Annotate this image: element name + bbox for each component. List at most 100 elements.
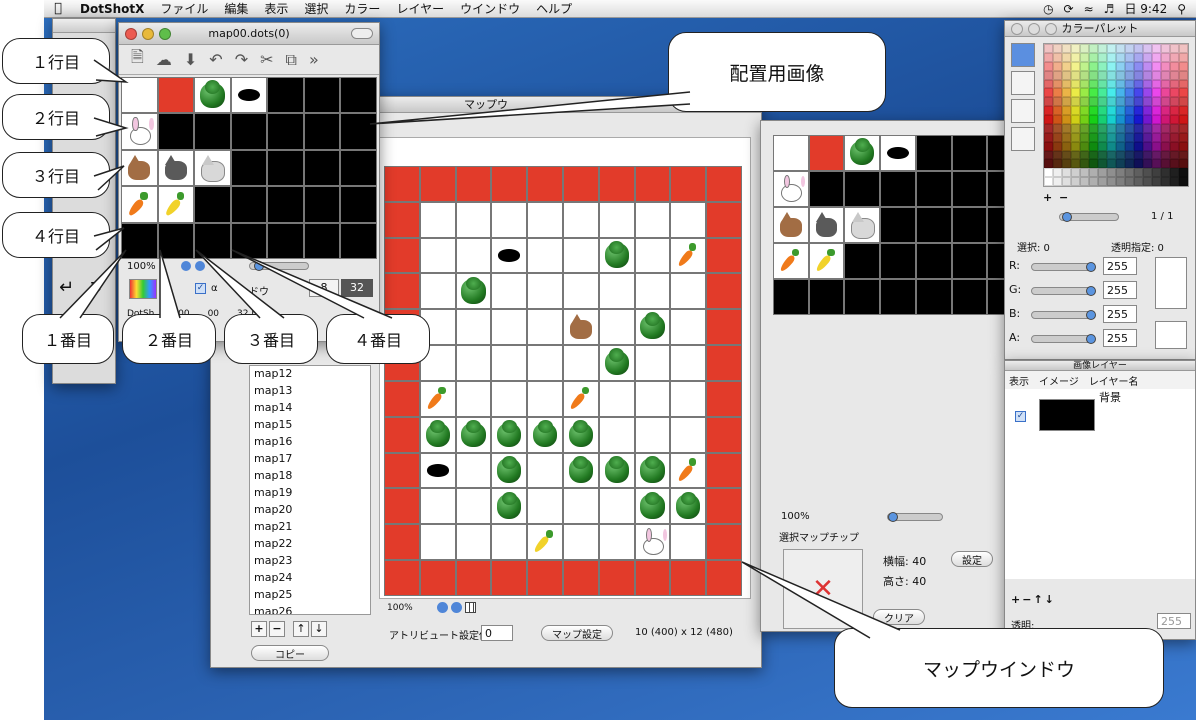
empty-tile[interactable] (491, 201, 528, 238)
color-swatch[interactable] (1107, 52, 1116, 62)
blank-tile[interactable] (230, 222, 268, 259)
color-swatch[interactable] (1125, 159, 1134, 169)
color-swatch[interactable] (1062, 61, 1071, 71)
tree-tile[interactable] (598, 345, 635, 381)
color-swatch[interactable] (1044, 150, 1053, 160)
color-swatch[interactable] (1179, 44, 1188, 53)
color-swatch[interactable] (1125, 106, 1134, 115)
color-swatch[interactable] (1125, 132, 1134, 142)
color-swatch[interactable] (1107, 132, 1116, 142)
color-swatch[interactable] (1071, 168, 1080, 178)
volume-icon[interactable]: ♬ (1104, 2, 1115, 16)
color-swatch[interactable] (1098, 44, 1107, 53)
color-swatch[interactable] (1107, 115, 1116, 124)
empty-tile[interactable] (419, 524, 456, 561)
color-swatch[interactable] (1152, 123, 1161, 133)
color-swatch[interactable] (1053, 70, 1062, 80)
blank-tile[interactable] (951, 279, 988, 315)
empty-tile[interactable] (598, 201, 635, 238)
tree-tile[interactable] (419, 416, 456, 453)
color-swatch[interactable] (1080, 123, 1089, 133)
depth-8-button[interactable]: 8 (309, 279, 339, 297)
color-swatch[interactable] (1062, 168, 1071, 178)
empty-tile[interactable] (527, 345, 563, 381)
color-swatch[interactable] (1044, 141, 1053, 151)
color-swatch[interactable] (1053, 88, 1062, 98)
wall-tile[interactable] (384, 452, 420, 489)
tree-tile[interactable] (634, 452, 671, 489)
map-zoom-select[interactable]: 100% (387, 603, 413, 613)
empty-tile[interactable] (419, 273, 456, 310)
color-swatch[interactable] (1134, 106, 1143, 115)
color-swatch[interactable] (1098, 132, 1107, 142)
map-settings-button[interactable]: マップ設定 (541, 625, 613, 641)
color-swatch[interactable] (1170, 132, 1179, 142)
carrot-tile[interactable] (419, 380, 456, 417)
map-list-item[interactable]: map16 (250, 434, 370, 451)
color-swatch[interactable] (1170, 44, 1179, 53)
wall-tile[interactable] (384, 273, 420, 310)
white-wolf-tile[interactable] (844, 207, 881, 243)
copy-icon[interactable]: ⧉ (286, 50, 297, 70)
wall-tile[interactable] (706, 273, 742, 310)
color-swatch[interactable] (1125, 44, 1134, 53)
color-swatch[interactable] (1107, 150, 1116, 160)
color-swatch[interactable] (1089, 44, 1098, 53)
color-swatch[interactable] (1143, 52, 1152, 62)
color-swatch[interactable] (1143, 44, 1152, 53)
color-swatch[interactable] (1098, 106, 1107, 115)
color-swatch[interactable] (1134, 132, 1143, 142)
color-swatch[interactable] (1080, 159, 1089, 169)
wall-tile[interactable] (527, 560, 563, 596)
zoom-in-icon[interactable] (437, 602, 448, 613)
color-swatch[interactable] (1089, 168, 1098, 178)
hole-tile[interactable] (230, 77, 268, 114)
chip-clear-button[interactable]: クリア (873, 609, 925, 625)
color-swatch[interactable] (1098, 97, 1107, 107)
brown-wolf-tile[interactable] (121, 149, 158, 187)
wall-tile[interactable] (634, 560, 671, 596)
color-swatch[interactable] (1152, 141, 1161, 151)
blank-tile[interactable] (880, 279, 916, 315)
color-swatch[interactable] (1062, 141, 1071, 151)
blank-tile[interactable] (340, 186, 377, 223)
color-swatch[interactable] (1179, 61, 1188, 71)
wall-tile[interactable] (706, 380, 742, 417)
blank-tile[interactable] (340, 222, 377, 259)
color-swatch[interactable] (1152, 97, 1161, 107)
blank-tile[interactable] (267, 113, 304, 150)
color-swatch[interactable] (1134, 79, 1143, 89)
color-swatch[interactable] (1143, 141, 1152, 151)
tree-tile[interactable] (670, 488, 707, 525)
map-list-item[interactable]: map21 (250, 519, 370, 536)
color-swatch[interactable] (1170, 88, 1179, 98)
wall-tile[interactable] (808, 135, 845, 171)
color-swatch[interactable] (1071, 115, 1080, 124)
color-swatch[interactable] (1116, 52, 1125, 62)
color-swatch[interactable] (1161, 52, 1170, 62)
empty-tile[interactable] (562, 345, 599, 381)
empty-tile[interactable] (491, 273, 528, 310)
new-file-icon[interactable]: 🗎 (131, 46, 144, 73)
blank-tile[interactable] (194, 186, 231, 223)
color-swatch[interactable] (1134, 141, 1143, 151)
wall-tile[interactable] (527, 166, 563, 202)
empty-tile[interactable] (670, 524, 707, 561)
wall-tile[interactable] (384, 201, 420, 238)
tree-tile[interactable] (634, 488, 671, 525)
color-swatch[interactable] (1179, 70, 1188, 80)
color-swatch[interactable] (1125, 168, 1134, 178)
color-swatch[interactable] (1053, 150, 1062, 160)
color-swatch[interactable] (1089, 88, 1098, 98)
map-list-item[interactable]: map25 (250, 587, 370, 604)
color-swatch[interactable] (1143, 159, 1152, 169)
color-swatch[interactable] (1125, 61, 1134, 71)
add-map-button[interactable]: + (251, 621, 267, 637)
color-swatch[interactable] (1062, 115, 1071, 124)
color-swatch[interactable] (1089, 52, 1098, 62)
blank-tile[interactable] (951, 207, 988, 243)
empty-tile[interactable] (419, 488, 456, 525)
color-swatch[interactable] (1062, 79, 1071, 89)
tree-tile[interactable] (455, 416, 492, 453)
color-swatch[interactable] (1080, 88, 1089, 98)
